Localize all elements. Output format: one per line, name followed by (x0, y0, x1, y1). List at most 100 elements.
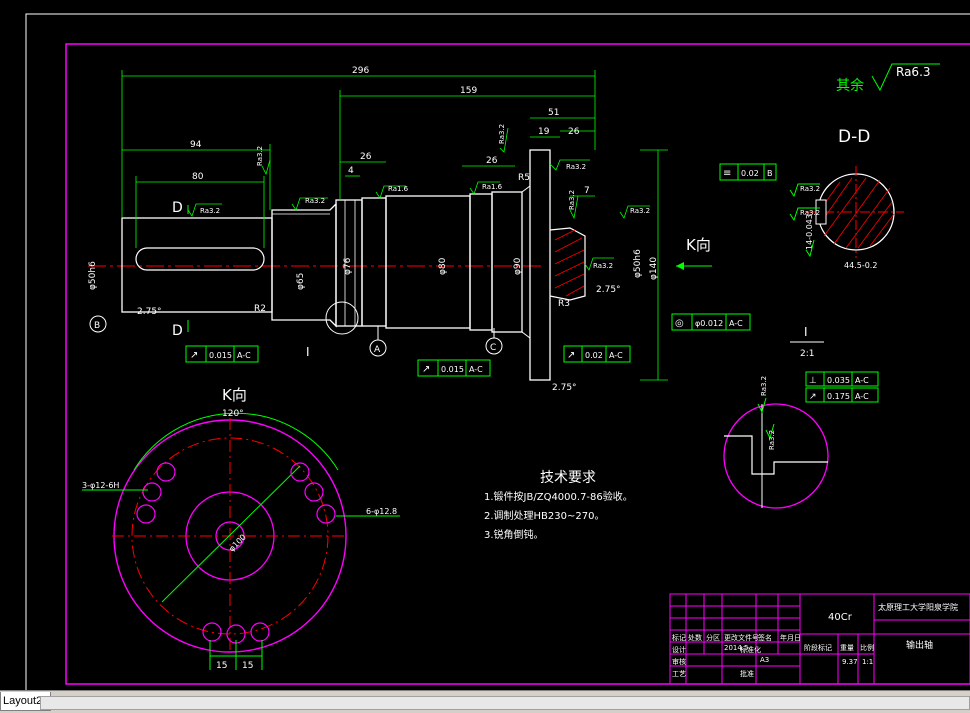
svg-text:处数: 处数 (688, 633, 702, 642)
svg-text:Ra3.2: Ra3.2 (800, 185, 820, 193)
svg-text:设计: 设计 (672, 645, 686, 654)
svg-text:26: 26 (486, 156, 498, 166)
svg-text:15: 15 (242, 661, 253, 671)
svg-text:4: 4 (348, 166, 354, 176)
svg-text:◎: ◎ (675, 318, 684, 329)
tolerance-detail-1: ⊥ 0.035 A-C (805, 371, 879, 387)
svg-text:94: 94 (190, 140, 202, 150)
svg-text:15: 15 (216, 661, 227, 671)
svg-text:D: D (172, 200, 183, 216)
svg-text:Ra1.6: Ra1.6 (388, 185, 409, 193)
svg-text:B: B (767, 169, 773, 178)
detail-i-marker-circle (325, 301, 359, 335)
svg-text:技术要求: 技术要求 (540, 470, 596, 486)
svg-text:K向: K向 (686, 236, 711, 254)
svg-text:Ra3.2: Ra3.2 (768, 430, 776, 450)
outer-frame (25, 13, 970, 690)
svg-text:⊥: ⊥ (809, 376, 817, 386)
tolerance-symmetry: ≡ 0.02 B (719, 163, 777, 181)
tolerance-detail-2: ↗ 0.175 A-C (805, 387, 879, 403)
k-view: K向 φ100 120° 3-φ12-6H 6-φ12.8 15 15 (82, 386, 400, 671)
svg-text:A-C: A-C (237, 351, 251, 360)
svg-text:1:1: 1:1 (862, 658, 873, 666)
svg-text:A: A (374, 345, 381, 355)
svg-text:51: 51 (548, 108, 559, 118)
svg-text:R5: R5 (518, 173, 530, 183)
layout-tab-bar: Layout2 (0, 690, 970, 713)
svg-text:6-φ12.8: 6-φ12.8 (366, 507, 397, 516)
svg-text:φ50h6: φ50h6 (88, 261, 98, 290)
inner-frame (65, 43, 970, 685)
svg-text:I: I (804, 325, 808, 339)
svg-text:批准: 批准 (740, 669, 754, 678)
svg-text:3-φ12-6H: 3-φ12-6H (82, 481, 119, 490)
svg-text:B: B (94, 321, 100, 331)
svg-text:3.锐角倒钝。: 3.锐角倒钝。 (484, 528, 544, 541)
svg-text:80: 80 (192, 172, 204, 182)
tolerance-runout-b: ↗ 0.015 A-C (185, 345, 259, 363)
svg-text:Ra3.2: Ra3.2 (630, 207, 650, 215)
svg-text:2.75°: 2.75° (137, 307, 162, 317)
svg-text:7: 7 (584, 186, 590, 196)
svg-text:0.175: 0.175 (827, 392, 850, 401)
svg-text:A-C: A-C (729, 319, 743, 328)
dimension-lines (121, 70, 668, 381)
horizontal-scrollbar[interactable] (40, 696, 970, 710)
svg-text:C: C (490, 343, 496, 353)
technical-requirements: 技术要求 1.锻件按JB/ZQ4000.7-86验收。 2.调制处理HB230~… (484, 470, 633, 541)
svg-text:Ra3.2: Ra3.2 (568, 190, 576, 210)
svg-text:审核: 审核 (672, 657, 686, 666)
svg-text:Ra1.6: Ra1.6 (482, 183, 503, 191)
svg-text:2.75°: 2.75° (596, 285, 621, 295)
svg-text:φ50h6: φ50h6 (633, 249, 643, 278)
svg-text:Ra6.3: Ra6.3 (896, 65, 931, 79)
svg-text:φ0.012: φ0.012 (695, 319, 723, 328)
svg-text:↗: ↗ (809, 392, 817, 402)
title-block-text: 40Cr 太原理工大学阳泉学院 输出轴 1:1 9.37 A3 2014.5 标… (672, 602, 958, 678)
svg-text:A-C: A-C (855, 392, 869, 401)
svg-text:标记: 标记 (672, 633, 686, 642)
svg-text:A-C: A-C (609, 351, 623, 360)
svg-text:296: 296 (352, 66, 369, 76)
svg-text:K向: K向 (222, 386, 247, 404)
svg-text:19: 19 (538, 127, 550, 137)
svg-text:1.锻件按JB/ZQ4000.7-86验收。: 1.锻件按JB/ZQ4000.7-86验收。 (484, 490, 633, 503)
svg-text:2:1: 2:1 (800, 349, 814, 359)
detail-i-label: I (306, 345, 310, 359)
svg-text:Ra3.2: Ra3.2 (566, 163, 586, 171)
svg-text:Ra3.2: Ra3.2 (305, 197, 325, 205)
svg-text:↗: ↗ (422, 364, 430, 375)
tolerance-runout-c: ↗ 0.015 A-C (417, 359, 491, 377)
svg-text:Ra3.2: Ra3.2 (200, 207, 220, 215)
roughness-symbols: Ra3.2 Ra3.2 Ra3.2 Ra1.6 Ra1.6 Ra3.2 Ra3.… (187, 124, 650, 271)
svg-text:标准化: 标准化 (740, 645, 761, 654)
svg-text:9.37: 9.37 (842, 658, 858, 666)
svg-text:0.015: 0.015 (441, 365, 464, 374)
tolerance-concentric: ◎ φ0.012 A-C (671, 313, 751, 331)
detail-i-view: I 2:1 Ra3.2 Ra3.2 (723, 325, 829, 509)
svg-text:D: D (172, 323, 183, 339)
tolerance-runout-flange: ↗ 0.02 A-C (563, 345, 631, 363)
svg-text:分区: 分区 (706, 633, 720, 642)
svg-text:2.调制处理HB230~270。: 2.调制处理HB230~270。 (484, 509, 604, 522)
svg-text:A-C: A-C (855, 376, 869, 385)
svg-text:0.02: 0.02 (741, 169, 759, 178)
svg-text:工艺: 工艺 (672, 670, 686, 678)
svg-text:Ra3.2: Ra3.2 (800, 209, 820, 217)
svg-text:0.015: 0.015 (209, 351, 232, 360)
svg-text:0.02: 0.02 (585, 351, 603, 360)
svg-text:Ra3.2: Ra3.2 (593, 262, 613, 270)
svg-text:重量: 重量 (840, 644, 854, 652)
general-roughness: 其余 Ra6.3 (836, 63, 940, 94)
svg-text:0.035: 0.035 (827, 376, 850, 385)
svg-text:更改文件号: 更改文件号 (724, 633, 759, 642)
svg-text:A-C: A-C (469, 365, 483, 374)
drawing-sheet[interactable]: 其余 Ra6.3 296 159 94 80 51 19 26 26 26 4 … (0, 0, 970, 690)
svg-text:26: 26 (360, 152, 372, 162)
svg-text:↗: ↗ (190, 350, 198, 361)
svg-text:φ76: φ76 (343, 257, 353, 275)
svg-text:A3: A3 (760, 656, 769, 664)
svg-text:44.5-0.2: 44.5-0.2 (844, 261, 877, 270)
svg-text:φ65: φ65 (296, 273, 306, 290)
svg-text:太原理工大学阳泉学院: 太原理工大学阳泉学院 (878, 602, 958, 612)
